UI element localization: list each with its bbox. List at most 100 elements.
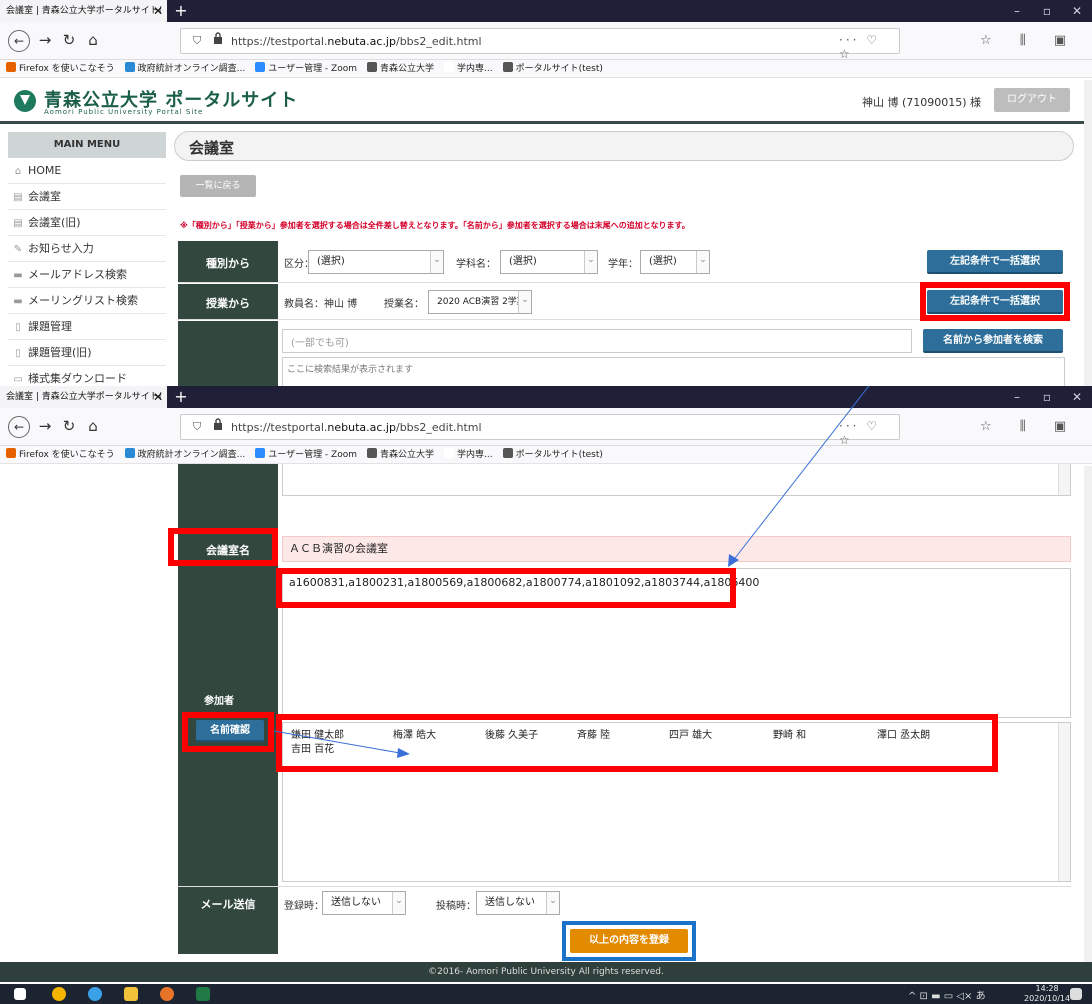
bookmark-label: 政府統計オンライン調査... (137, 450, 246, 460)
toolbar-icons[interactable]: ☆ ⫼ ▣ ☺ ≡ (980, 33, 1092, 48)
sidebar-item[interactable]: ✎ お知らせ入力 (8, 236, 166, 262)
site-container: 青森公立大学 ポータルサイト Aomori Public University … (0, 78, 1092, 124)
class-label: 授業から (178, 284, 278, 319)
bookmark-item[interactable]: Firefox を使いこなそう (6, 62, 115, 74)
lock-icon[interactable] (213, 418, 223, 431)
windows-taskbar: ^ ⊡ ▬ ▭ ◁× あ 14:28 2020/10/14 (0, 984, 1092, 1004)
sidebar-item[interactable]: ▬ メールアドレス検索 (8, 262, 166, 288)
logout-button[interactable]: ログアウト (994, 88, 1070, 112)
highlight-name-check (182, 712, 274, 752)
sidebar-item[interactable]: ▬ メーリングリスト検索 (8, 288, 166, 314)
gakka-label: 学科名： (456, 259, 496, 270)
home-icon[interactable]: ⌂ (82, 30, 104, 52)
maximize-icon[interactable]: ▫ (1034, 0, 1060, 22)
tab-title: 会議室 | 青森公立大学ポータルサイト( (6, 6, 163, 16)
kubun-select[interactable]: (選択) (308, 250, 444, 274)
clock[interactable]: 14:28 2020/10/14 (1024, 984, 1070, 1004)
sidebar-item[interactable]: ▤ 会議室 (8, 184, 166, 210)
menu-icon: ▤ (13, 192, 23, 203)
bulk-select-kind-button[interactable]: 左記条件で一括選択 (927, 250, 1063, 274)
close-window-icon[interactable]: ✕ (1064, 386, 1090, 408)
edge-icon[interactable] (88, 987, 102, 1001)
page-actions-icon[interactable]: ··· ♡ ☆ (839, 33, 899, 61)
back-icon[interactable]: ← (8, 30, 30, 52)
system-tray[interactable]: ^ ⊡ ▬ ▭ ◁× あ (908, 987, 986, 1002)
bookmark-item[interactable]: 学内専... (444, 62, 493, 74)
bookmark-icon (444, 62, 455, 72)
lock-icon[interactable] (213, 32, 223, 45)
page-actions-icon[interactable]: ··· ♡ ☆ (839, 419, 899, 447)
bookmark-icon (367, 62, 377, 72)
bookmark-item[interactable]: 学内専... (444, 448, 493, 460)
room-name-input[interactable]: ＡＣＢ演習の会議室 (282, 536, 1071, 562)
chrome-icon[interactable] (52, 987, 66, 1001)
firefox-icon[interactable] (160, 987, 174, 1001)
forward-icon[interactable]: → (34, 416, 56, 438)
reload-icon[interactable]: ↻ (58, 416, 80, 438)
reload-icon[interactable]: ↻ (58, 30, 80, 52)
shield-icon[interactable]: ⛉ (193, 34, 201, 48)
new-tab-button[interactable]: + (172, 386, 190, 408)
minimize-icon[interactable]: – (1004, 386, 1030, 408)
bookmark-item[interactable]: ポータルサイト(test) (502, 62, 603, 74)
page-scrollbar[interactable] (1084, 80, 1092, 386)
page-scrollbar[interactable] (1084, 466, 1092, 962)
bookmark-item[interactable]: 政府統計オンライン調査... (124, 62, 245, 74)
bookmark-item[interactable]: ユーザー管理 - Zoom (255, 62, 357, 74)
reg-mail-select[interactable]: 送信しない (322, 891, 406, 915)
search-result-area[interactable]: ここに検索結果が表示されます (282, 357, 1065, 386)
bookmarks-bar: Firefox を使いこなそう 政府統計オンライン調査... ユーザー管理 - Zo… (0, 60, 1092, 78)
browser-tab[interactable]: 会議室 | 青森公立大学ポータルサイト(✕ (0, 0, 167, 22)
close-window-icon[interactable]: ✕ (1064, 0, 1090, 22)
class-select[interactable]: 2020 ACB演習 2学期 (428, 290, 532, 314)
sidebar-item-label: 様式集ダウンロード (28, 372, 127, 385)
bookmark-item[interactable]: ポータルサイト(test) (502, 448, 603, 460)
bookmark-icon (502, 448, 513, 458)
excel-icon[interactable] (196, 987, 210, 1001)
sidebar-item[interactable]: ▯ 課題管理(旧) (8, 340, 166, 366)
bookmark-item[interactable]: 政府統計オンライン調査... (124, 448, 246, 460)
bookmark-icon (255, 62, 266, 72)
sidebar-item[interactable]: ▤ 会議室(旧) (8, 210, 166, 236)
main-menu: MAIN MENU ⌂ HOME ▤ 会議室 ▤ 会議室(旧) ✎ お知らせ入力 ▬ メールアドレ… (8, 132, 166, 386)
bookmark-item[interactable]: 青森公立大学 (367, 448, 434, 460)
search-result-area-bottom[interactable] (282, 464, 1071, 496)
new-tab-button[interactable]: + (172, 0, 190, 22)
name-result-scrollbar[interactable] (1058, 723, 1070, 881)
sidebar-item[interactable]: ▯ 課題管理 (8, 314, 166, 340)
bookmark-label: ポータルサイト(test) (515, 64, 603, 74)
search-result-scrollbar[interactable] (1058, 464, 1070, 495)
browser-tab[interactable]: 会議室 | 青森公立大学ポータルサイト(✕ (0, 386, 167, 408)
explorer-icon[interactable] (124, 987, 138, 1001)
gakka-select[interactable]: (選択) (500, 250, 598, 274)
menu-icon: ▭ (13, 374, 23, 385)
home-icon[interactable]: ⌂ (82, 416, 104, 438)
name-search-input[interactable]: (一部でも可) (282, 329, 912, 353)
back-to-list-button[interactable]: 一覧に戻る (180, 175, 256, 197)
maximize-icon[interactable]: ▫ (1034, 386, 1060, 408)
sidebar-item[interactable]: ⌂ HOME (8, 158, 166, 184)
gakunen-select[interactable]: (選択) (640, 250, 710, 274)
minimize-icon[interactable]: – (1004, 0, 1030, 22)
back-icon[interactable]: ← (8, 416, 30, 438)
bookmark-label: ポータルサイト(test) (515, 450, 603, 460)
notification-icon[interactable] (1070, 988, 1082, 1000)
url-bar[interactable]: ⛉ https://testportal.nebuta.ac.jp/bbs2_e… (180, 28, 900, 61)
tab-close-icon[interactable]: ✕ (150, 0, 166, 22)
url-bar[interactable]: ⛉ https://testportal.nebuta.ac.jp/bbs2_e… (180, 414, 900, 447)
bookmark-item[interactable]: 青森公立大学 (367, 62, 434, 74)
page-heading: 会議室 (174, 131, 1074, 161)
tab-close-icon[interactable]: ✕ (150, 386, 166, 408)
site-header: 青森公立大学 ポータルサイト Aomori Public University … (0, 78, 1092, 124)
shield-icon[interactable]: ⛉ (193, 420, 201, 434)
windows-start-icon[interactable] (14, 988, 26, 1000)
post-mail-select[interactable]: 送信しない (476, 891, 560, 915)
page-title: 会議室 (189, 139, 235, 157)
mail-row: メール送信 登録時： 送信しない 投稿時： 送信しない (178, 886, 1071, 918)
name-search-button[interactable]: 名前から参加者を検索 (923, 329, 1063, 353)
bookmark-item[interactable]: ユーザー管理 - Zoom (255, 448, 357, 460)
bookmark-item[interactable]: Firefox を使いこなそう (6, 448, 115, 460)
toolbar-icons[interactable]: ☆ ⫼ ▣ ☺ ≡ (980, 419, 1092, 434)
forward-icon[interactable]: → (34, 30, 56, 52)
sidebar-item[interactable]: ▭ 様式集ダウンロード (8, 366, 166, 386)
